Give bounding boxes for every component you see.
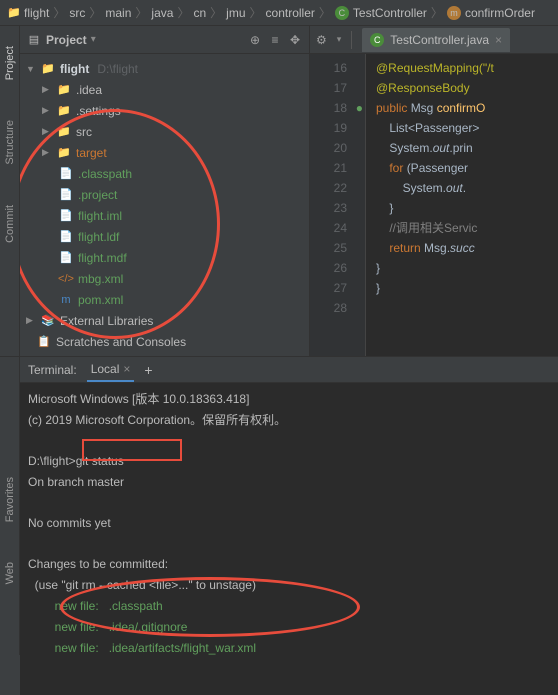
- bc-item[interactable]: controller: [266, 6, 315, 20]
- tree-folder[interactable]: ▶📁.settings: [20, 100, 309, 121]
- bc-item[interactable]: jmu: [226, 6, 245, 20]
- bc-item[interactable]: java: [151, 6, 173, 20]
- editor-area: ⚙▾ C TestController.java × 1617 1819 202…: [310, 26, 558, 356]
- left-tool-rail-lower: Favorites Web: [0, 357, 20, 655]
- method-icon: m: [447, 6, 461, 20]
- rail-favorites[interactable]: Favorites: [4, 477, 16, 522]
- breadcrumb: 📁 flight〉 src〉 main〉 java〉 cn〉 jmu〉 cont…: [0, 0, 558, 26]
- class-icon: C: [335, 6, 349, 20]
- bc-class[interactable]: TestController: [353, 6, 427, 20]
- editor-gutter: 1617 1819 2021 2223 2425 2627 28 ●: [310, 54, 366, 356]
- terminal-label: Terminal:: [28, 363, 77, 377]
- panel-title: Project: [46, 33, 87, 47]
- collapse-icon[interactable]: ✥: [287, 32, 303, 48]
- bc-item[interactable]: src: [69, 6, 85, 20]
- rail-project[interactable]: Project: [4, 46, 16, 80]
- terminal-content[interactable]: Microsoft Windows [版本 10.0.18363.418] (c…: [20, 383, 558, 695]
- code-area[interactable]: @RequestMapping("/t @ResponseBody public…: [366, 54, 558, 356]
- tree-file[interactable]: 📄flight.mdf: [20, 247, 309, 268]
- tree-scratches[interactable]: 📋Scratches and Consoles: [20, 331, 309, 352]
- rail-structure[interactable]: Structure: [4, 120, 16, 165]
- tree-folder[interactable]: ▶📁.idea: [20, 79, 309, 100]
- locate-icon[interactable]: ⊕: [247, 32, 263, 48]
- tree-file[interactable]: 📄.classpath: [20, 163, 309, 184]
- expand-icon[interactable]: ≡: [267, 32, 283, 48]
- project-tree: ▼📁 flight D:\flight ▶📁.idea ▶📁.settings …: [20, 54, 309, 356]
- rail-web[interactable]: Web: [4, 562, 16, 584]
- close-icon[interactable]: ×: [495, 33, 502, 47]
- bc-item[interactable]: flight: [24, 6, 49, 20]
- tree-folder[interactable]: ▶📁src: [20, 121, 309, 142]
- terminal-panel: Favorites Web Terminal: Local × + Micros…: [0, 356, 558, 655]
- tree-file[interactable]: mpom.xml: [20, 289, 309, 310]
- add-terminal-button[interactable]: +: [144, 362, 152, 378]
- run-gutter-icon[interactable]: ●: [349, 98, 363, 112]
- bc-method[interactable]: confirmOrder: [465, 6, 535, 20]
- close-icon[interactable]: ×: [123, 362, 130, 376]
- tree-file[interactable]: 📄flight.iml: [20, 205, 309, 226]
- folder-icon: 📁: [6, 5, 22, 21]
- project-panel: ▤ Project ▾ ⊕ ≡ ✥ ▼📁 flight D:\flight ▶📁…: [20, 26, 310, 356]
- project-icon: ▤: [26, 32, 42, 48]
- bc-item[interactable]: cn: [193, 6, 206, 20]
- rail-commit[interactable]: Commit: [4, 205, 16, 243]
- class-icon: C: [370, 33, 384, 47]
- tree-file[interactable]: 📄flight.ldf: [20, 226, 309, 247]
- terminal-tab[interactable]: Local ×: [87, 357, 135, 382]
- tree-external[interactable]: ▶📚External Libraries: [20, 310, 309, 331]
- tree-file[interactable]: 📄.project: [20, 184, 309, 205]
- left-tool-rail: Project Structure Commit: [0, 26, 20, 356]
- gear-icon[interactable]: ⚙: [316, 33, 327, 47]
- editor-tab[interactable]: C TestController.java ×: [362, 28, 510, 52]
- bc-item[interactable]: main: [105, 6, 131, 20]
- tree-root[interactable]: ▼📁 flight D:\flight: [20, 58, 309, 79]
- tree-file[interactable]: </>mbg.xml: [20, 268, 309, 289]
- tree-folder[interactable]: ▶📁target: [20, 142, 309, 163]
